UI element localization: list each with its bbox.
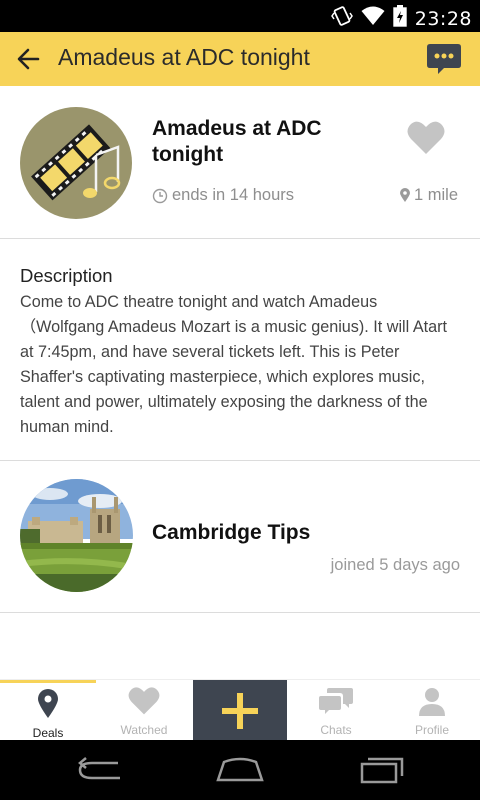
nav-back-icon — [78, 757, 120, 780]
organizer-row[interactable]: Cambridge Tips joined 5 days ago — [0, 461, 480, 613]
system-nav-bar — [0, 740, 480, 800]
event-distance: 1 mile — [399, 186, 458, 205]
tab-profile-label: Profile — [414, 723, 449, 737]
organizer-avatar — [20, 479, 133, 592]
nav-home-icon — [216, 757, 264, 782]
event-header: Amadeus at ADC tonight ends in 14 hours … — [0, 86, 480, 239]
event-title: Amadeus at ADC tonight — [152, 117, 322, 166]
tab-chats[interactable]: Chats — [288, 680, 384, 741]
heart-icon — [96, 686, 192, 718]
chat-button[interactable] — [426, 42, 462, 76]
location-pin-icon — [399, 188, 410, 202]
chat-bubble-icon — [427, 44, 461, 74]
app-bar: Amadeus at ADC tonight — [0, 32, 480, 86]
description-body: Come to ADC theatre tonight and watch Am… — [20, 293, 448, 436]
page-title: Amadeus at ADC tonight — [58, 44, 310, 70]
nav-recents-icon — [360, 757, 404, 784]
wifi-icon — [361, 6, 385, 31]
add-post-button[interactable] — [193, 680, 287, 741]
vibrate-icon — [330, 5, 353, 32]
description-heading: Description — [20, 265, 113, 286]
nav-recents-button[interactable] — [352, 754, 412, 786]
event-time-label: ends in 14 hours — [172, 186, 295, 204]
status-time: 23:28 — [414, 7, 472, 30]
status-bar: 23:28 — [0, 0, 480, 32]
tab-watched-label: Watched — [120, 723, 168, 737]
cambridge-photo-icon — [20, 479, 133, 592]
battery-icon — [393, 5, 407, 32]
tab-profile[interactable]: Profile — [384, 680, 480, 741]
tab-watched[interactable]: Watched — [96, 680, 192, 741]
chat-bubbles-icon — [288, 686, 384, 718]
status-icons: 23:28 — [330, 5, 472, 32]
event-image — [20, 107, 132, 219]
plus-icon — [222, 692, 258, 729]
organizer-joined: joined 5 days ago — [330, 556, 460, 574]
nav-home-button[interactable] — [210, 754, 270, 786]
location-pin-icon — [0, 689, 96, 721]
back-button[interactable] — [8, 40, 48, 78]
description-section: Description Come to ADC theatre tonight … — [0, 239, 480, 461]
tab-deals[interactable]: Deals — [0, 680, 96, 741]
favorite-button[interactable] — [406, 120, 450, 160]
heart-icon — [407, 121, 445, 154]
bottom-tab-bar: Deals Watched Chats Profile — [0, 679, 480, 741]
film-music-icon — [31, 124, 121, 201]
clock-icon — [152, 188, 168, 203]
person-icon — [384, 686, 480, 718]
tab-chats-label: Chats — [320, 723, 352, 737]
event-distance-label: 1 mile — [413, 186, 458, 204]
tab-deals-label: Deals — [32, 726, 64, 740]
nav-back-button[interactable] — [70, 754, 130, 786]
back-arrow-icon — [17, 48, 40, 70]
event-time: ends in 14 hours — [152, 186, 294, 205]
organizer-name: Cambridge Tips — [152, 521, 311, 544]
